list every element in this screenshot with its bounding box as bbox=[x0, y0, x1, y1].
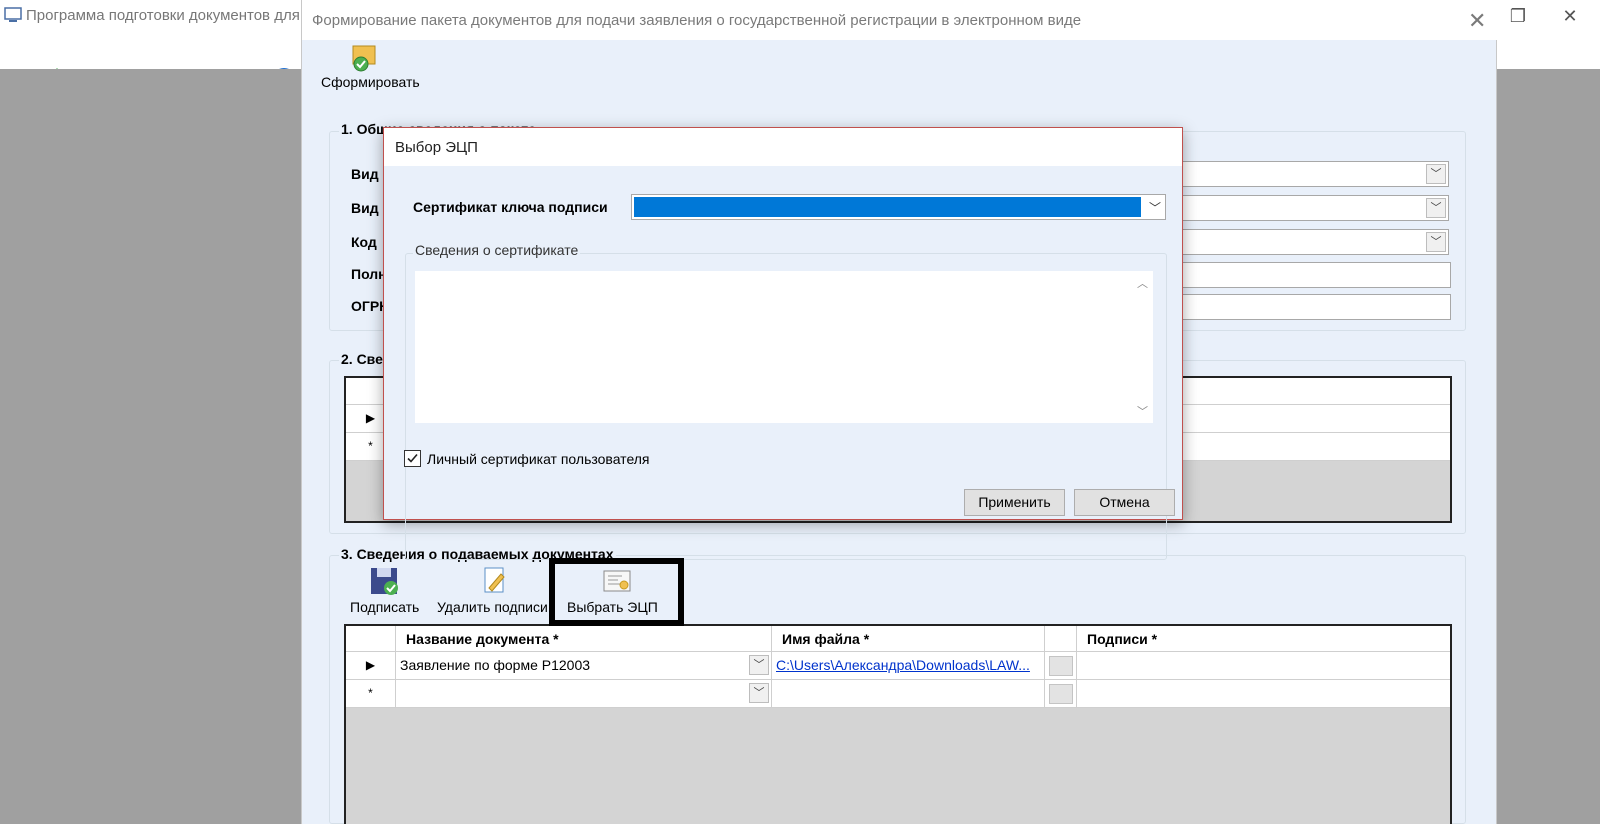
certificate-label: Сертификат ключа подписи bbox=[413, 199, 608, 215]
highlight-frame bbox=[549, 558, 684, 626]
scroll-down-icon[interactable]: ﹀ bbox=[1137, 403, 1148, 419]
personal-cert-checkbox[interactable] bbox=[404, 450, 421, 467]
sign-button[interactable]: Подписать bbox=[347, 566, 427, 616]
table-row-new[interactable]: * ﹀ bbox=[346, 680, 1450, 708]
sign-label: Подписать bbox=[350, 599, 420, 615]
col-header-doc-name[interactable]: Название документа * bbox=[396, 626, 772, 651]
field-label-kind-2: Вид bbox=[351, 200, 379, 216]
form-package-icon bbox=[349, 44, 381, 75]
chevron-down-icon[interactable]: ﹀ bbox=[749, 683, 769, 703]
documents-header-row: Название документа * Имя файла * Подписи… bbox=[346, 626, 1450, 652]
file-name-cell[interactable] bbox=[772, 680, 1045, 707]
cancel-button[interactable]: Отмена bbox=[1074, 489, 1175, 516]
certificate-selected-value bbox=[634, 197, 1141, 217]
app-title: Программа подготовки документов для bbox=[26, 7, 300, 24]
row-marker: * bbox=[346, 680, 396, 707]
col-header-signatures[interactable]: Подписи * bbox=[1077, 626, 1450, 651]
cert-info-textarea[interactable]: ︿ ﹀ bbox=[415, 271, 1153, 423]
chevron-down-icon[interactable]: ﹀ bbox=[1149, 199, 1161, 216]
certificate-combo[interactable]: ﹀ bbox=[631, 194, 1166, 220]
sign-floppy-icon bbox=[369, 566, 401, 599]
col-header-file-name[interactable]: Имя файла * bbox=[772, 626, 1045, 651]
app-window-icon bbox=[4, 6, 22, 27]
ecp-dialog-title: Выбор ЭЦП bbox=[395, 139, 478, 156]
restore-window-icon[interactable]: ❐ bbox=[1508, 6, 1528, 26]
dialog-title: Формирование пакета документов для подач… bbox=[312, 12, 1082, 29]
checkmark-icon bbox=[407, 453, 418, 463]
close-window-icon[interactable]: ✕ bbox=[1560, 6, 1580, 26]
field-label-kind-1: Вид bbox=[351, 166, 379, 182]
col-header-browse bbox=[1045, 626, 1077, 651]
ecp-select-dialog: Выбор ЭЦП Сертификат ключа подписи ﹀ Све… bbox=[383, 127, 1183, 560]
doc-name-combo[interactable]: ﹀ bbox=[396, 680, 772, 707]
chevron-down-icon[interactable]: ﹀ bbox=[1426, 198, 1446, 218]
remove-signatures-button[interactable]: Удалить подписи bbox=[435, 566, 555, 616]
field-label-code: Код bbox=[351, 234, 377, 250]
field-label-full-name: Полн bbox=[351, 266, 387, 282]
table-row[interactable]: ▶ Заявление по форме Р12003 ﹀ C:\Users\А… bbox=[346, 652, 1450, 680]
form-package-label: Сформировать bbox=[321, 74, 420, 90]
ecp-dialog-titlebar: Выбор ЭЦП bbox=[384, 128, 1182, 166]
personal-cert-label: Личный сертификат пользователя bbox=[427, 451, 650, 467]
doc-name-combo[interactable]: Заявление по форме Р12003 ﹀ bbox=[396, 652, 772, 679]
form-package-button[interactable]: Сформировать bbox=[313, 44, 423, 94]
apply-button[interactable]: Применить bbox=[964, 489, 1065, 516]
remove-signatures-label: Удалить подписи bbox=[437, 599, 548, 615]
doc-name-value: Заявление по форме Р12003 bbox=[400, 657, 591, 673]
chevron-down-icon[interactable]: ﹀ bbox=[1426, 164, 1446, 184]
browse-file-button[interactable] bbox=[1049, 684, 1073, 704]
file-name-cell[interactable]: C:\Users\Александра\Downloads\LAW... bbox=[772, 652, 1045, 679]
browse-cell bbox=[1045, 652, 1077, 679]
row-marker: ▶ bbox=[346, 652, 396, 679]
signatures-cell[interactable] bbox=[1077, 652, 1450, 679]
browse-file-button[interactable] bbox=[1049, 656, 1073, 676]
remove-signature-doc-icon bbox=[481, 566, 509, 599]
close-icon[interactable]: ✕ bbox=[1468, 8, 1486, 34]
chevron-down-icon[interactable]: ﹀ bbox=[749, 655, 769, 675]
file-path-link[interactable]: C:\Users\Александра\Downloads\LAW... bbox=[776, 657, 1030, 673]
dialog-titlebar: Формирование пакета документов для подач… bbox=[302, 0, 1498, 40]
row-header-cell bbox=[346, 626, 396, 651]
cert-info-group-title: Сведения о сертификате bbox=[413, 242, 581, 258]
documents-grid: Название документа * Имя файла * Подписи… bbox=[344, 624, 1452, 824]
signatures-cell[interactable] bbox=[1077, 680, 1450, 707]
scroll-up-icon[interactable]: ︿ bbox=[1137, 275, 1148, 291]
browse-cell bbox=[1045, 680, 1077, 707]
chevron-down-icon[interactable]: ﹀ bbox=[1426, 232, 1446, 252]
